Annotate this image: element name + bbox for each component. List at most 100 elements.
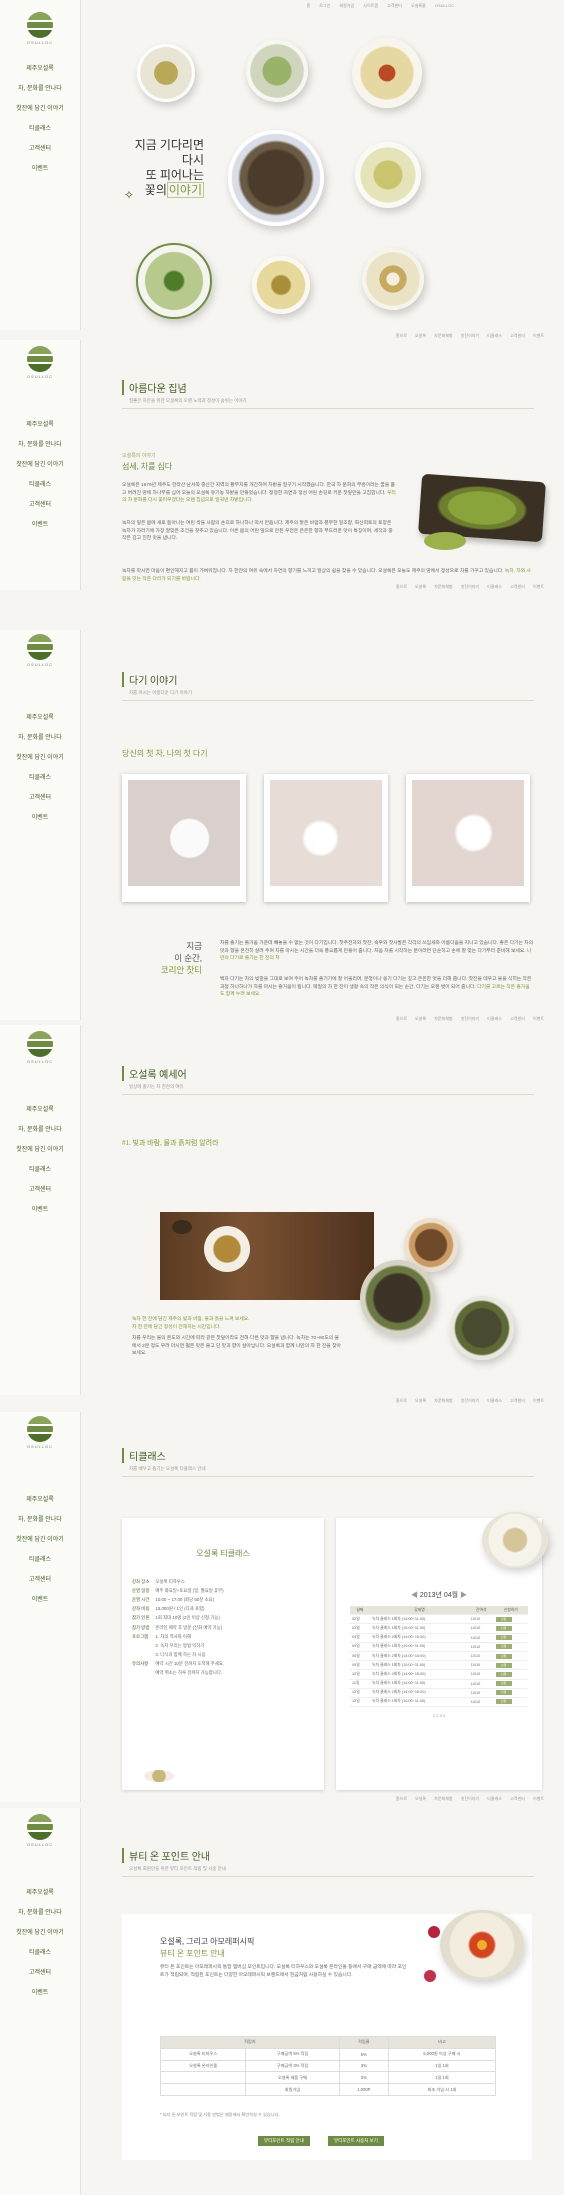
subnav-osulloc[interactable]: 오설록 (415, 1796, 426, 1801)
nav-item-culture[interactable]: 차, 문화를 만나다 (0, 1907, 80, 1916)
subnav-event[interactable]: 이벤트 (533, 1796, 544, 1801)
top-link-join[interactable]: 회원가입 (339, 3, 354, 8)
nav-item-support[interactable]: 고객센터 (0, 792, 80, 801)
nav-item-osulloc[interactable]: 제주오설록 (0, 712, 80, 721)
subnav-support[interactable]: 고객센터 (510, 333, 525, 338)
subnav-teaclass[interactable]: 티클래스 (487, 584, 502, 589)
subnav-osulloc[interactable]: 오설록 (415, 584, 426, 589)
brand-logo[interactable] (27, 1031, 53, 1057)
nav-item-teaclass[interactable]: 티클래스 (0, 479, 80, 488)
subnav-story[interactable]: 찻잔이야기 (461, 1016, 479, 1021)
nav-item-osulloc[interactable]: 제주오설록 (0, 1104, 80, 1113)
nav-item-support[interactable]: 고객센터 (0, 1967, 80, 1976)
subnav-home[interactable]: 홈으로 (396, 333, 407, 338)
nav-item-osulloc[interactable]: 제주오설록 (0, 1887, 80, 1896)
nav-item-event[interactable]: 이벤트 (0, 1987, 80, 1996)
apply-button[interactable]: 신청 (495, 1681, 512, 1687)
nav-item-story[interactable]: 찻잔에 담긴 이야기 (0, 103, 80, 112)
top-link-mall[interactable]: 오설록몰 (411, 3, 426, 8)
next-month-icon[interactable]: ▶ (460, 1592, 467, 1599)
subnav-teaclass[interactable]: 티클래스 (487, 1016, 502, 1021)
nav-item-teaclass[interactable]: 티클래스 (0, 1947, 80, 1956)
subnav-culture[interactable]: 차문화체험 (434, 584, 452, 589)
subnav-culture[interactable]: 차문화체험 (434, 1398, 452, 1403)
subnav-home[interactable]: 홈으로 (396, 1016, 407, 1021)
subnav-home[interactable]: 홈으로 (396, 584, 407, 589)
subnav-culture[interactable]: 차문화체험 (434, 333, 452, 338)
nav-item-story[interactable]: 찻잔에 담긴 이야기 (0, 752, 80, 761)
apply-button[interactable]: 신청 (495, 1653, 512, 1659)
top-link-support[interactable]: 고객센터 (387, 3, 402, 8)
subnav-event[interactable]: 이벤트 (533, 1398, 544, 1403)
apply-button[interactable]: 신청 (495, 1635, 512, 1641)
subnav-support[interactable]: 고객센터 (510, 1016, 525, 1021)
nav-item-culture[interactable]: 차, 문화를 만나다 (0, 439, 80, 448)
nav-item-story[interactable]: 찻잔에 담긴 이야기 (0, 459, 80, 468)
apply-button[interactable]: 신청 (495, 1690, 512, 1696)
apply-button[interactable]: 신청 (495, 1616, 512, 1622)
brand-logo[interactable] (27, 1416, 53, 1442)
subnav-osulloc[interactable]: 오설록 (415, 333, 426, 338)
nav-item-osulloc[interactable]: 제주오설록 (0, 63, 80, 72)
subnav-teaclass[interactable]: 티클래스 (487, 1796, 502, 1801)
nav-item-culture[interactable]: 차, 문화를 만나다 (0, 83, 80, 92)
subnav-story[interactable]: 찻잔이야기 (461, 584, 479, 589)
nav-item-culture[interactable]: 차, 문화를 만나다 (0, 1514, 80, 1523)
nav-item-event[interactable]: 이벤트 (0, 163, 80, 172)
subnav-story[interactable]: 찻잔이야기 (461, 1398, 479, 1403)
apply-button[interactable]: 신청 (495, 1662, 512, 1668)
nav-item-teaclass[interactable]: 티클래스 (0, 1164, 80, 1173)
nav-item-support[interactable]: 고객센터 (0, 499, 80, 508)
nav-item-event[interactable]: 이벤트 (0, 1594, 80, 1603)
subnav-home[interactable]: 홈으로 (396, 1796, 407, 1801)
subnav-support[interactable]: 고객센터 (510, 1796, 525, 1801)
subnav-teaclass[interactable]: 티클래스 (487, 333, 502, 338)
nav-item-story[interactable]: 찻잔에 담긴 이야기 (0, 1144, 80, 1153)
subnav-story[interactable]: 찻잔이야기 (461, 1796, 479, 1801)
brand-logo[interactable] (27, 1814, 53, 1840)
subnav-teaclass[interactable]: 티클래스 (487, 1398, 502, 1403)
pagination[interactable]: 1 2 3 4 (336, 1713, 542, 1718)
article-body: 차를 즐기는 즐거움 가운데 빼놓을 수 없는 것이 다기입니다. 찻주전자와 … (220, 941, 534, 962)
top-link-sitemap[interactable]: 사이트맵 (363, 3, 378, 8)
apply-button[interactable]: 신청 (495, 1699, 512, 1705)
top-link-login[interactable]: 로그인 (319, 3, 330, 8)
point-usage-button[interactable]: 뷰티포인트 사용처 보기 (328, 2136, 384, 2146)
subnav-osulloc[interactable]: 오설록 (415, 1016, 426, 1021)
nav-item-support[interactable]: 고객센터 (0, 1574, 80, 1583)
nav-item-support[interactable]: 고객센터 (0, 143, 80, 152)
nav-item-teaclass[interactable]: 티클래스 (0, 123, 80, 132)
apply-button[interactable]: 신청 (495, 1671, 512, 1677)
nav-item-event[interactable]: 이벤트 (0, 812, 80, 821)
subnav-support[interactable]: 고객센터 (510, 1398, 525, 1403)
subnav-event[interactable]: 이벤트 (533, 1016, 544, 1021)
subnav-culture[interactable]: 차문화체험 (434, 1016, 452, 1021)
nav-item-osulloc[interactable]: 제주오설록 (0, 419, 80, 428)
brand-logo[interactable] (27, 12, 53, 38)
brand-logo[interactable] (27, 634, 53, 660)
top-link-home[interactable]: 홈 (306, 3, 310, 8)
subnav-event[interactable]: 이벤트 (533, 584, 544, 589)
apply-button[interactable]: 신청 (495, 1644, 512, 1650)
subnav-culture[interactable]: 차문화체험 (434, 1796, 452, 1801)
nav-item-teaclass[interactable]: 티클래스 (0, 772, 80, 781)
subnav-home[interactable]: 홈으로 (396, 1398, 407, 1403)
prev-month-icon[interactable]: ◀ (411, 1592, 418, 1599)
nav-item-culture[interactable]: 차, 문화를 만나다 (0, 1124, 80, 1133)
top-link-brand[interactable]: OSULLOC (435, 3, 454, 8)
subnav-osulloc[interactable]: 오설록 (415, 1398, 426, 1403)
nav-item-osulloc[interactable]: 제주오설록 (0, 1494, 80, 1503)
nav-item-teaclass[interactable]: 티클래스 (0, 1554, 80, 1563)
brand-logo[interactable] (27, 346, 53, 372)
subnav-support[interactable]: 고객센터 (510, 584, 525, 589)
nav-item-story[interactable]: 찻잔에 담긴 이야기 (0, 1534, 80, 1543)
nav-item-story[interactable]: 찻잔에 담긴 이야기 (0, 1927, 80, 1936)
subnav-event[interactable]: 이벤트 (533, 333, 544, 338)
apply-button[interactable]: 신청 (495, 1625, 512, 1631)
nav-item-culture[interactable]: 차, 문화를 만나다 (0, 732, 80, 741)
point-info-button[interactable]: 뷰티포인트 적립 안내 (258, 2136, 310, 2146)
nav-item-event[interactable]: 이벤트 (0, 1204, 80, 1213)
nav-item-event[interactable]: 이벤트 (0, 519, 80, 528)
nav-item-support[interactable]: 고객센터 (0, 1184, 80, 1193)
subnav-story[interactable]: 찻잔이야기 (461, 333, 479, 338)
